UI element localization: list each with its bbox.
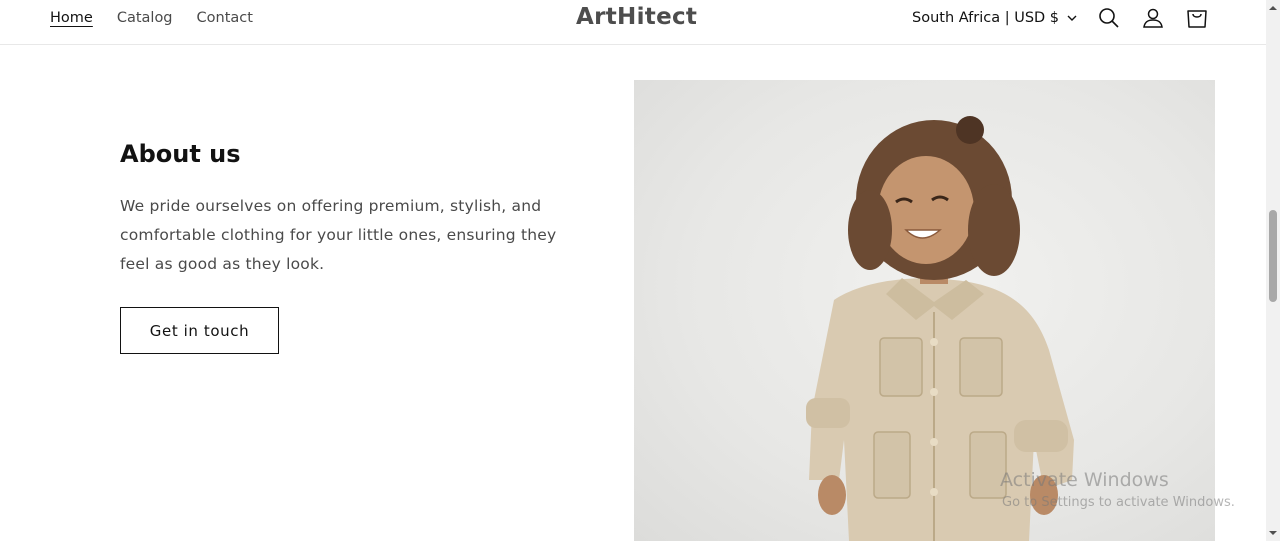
cart-icon[interactable] xyxy=(1185,6,1209,30)
scroll-up-arrow-icon[interactable] xyxy=(1269,4,1277,12)
about-description: We pride ourselves on offering premium, … xyxy=(120,197,557,273)
search-icon[interactable] xyxy=(1097,6,1121,30)
site-header: Home Catalog Contact ArtHitect South Afr… xyxy=(0,0,1266,45)
nav-home[interactable]: Home xyxy=(50,8,93,28)
site-logo[interactable]: ArtHitect xyxy=(576,4,697,30)
activate-windows-subtitle: Go to Settings to activate Windows. xyxy=(1002,495,1235,510)
locale-label: South Africa | USD $ xyxy=(912,10,1060,26)
page-scrollbar[interactable] xyxy=(1266,0,1280,541)
activate-windows-title: Activate Windows xyxy=(1000,469,1169,491)
scroll-thumb[interactable] xyxy=(1269,210,1277,302)
chevron-down-icon xyxy=(1067,15,1077,21)
about-title: About us xyxy=(120,140,241,168)
country-currency-selector[interactable]: South Africa | USD $ xyxy=(912,8,1077,28)
account-icon[interactable] xyxy=(1141,6,1165,30)
nav-catalog[interactable]: Catalog xyxy=(117,8,173,28)
main-nav: Home Catalog Contact xyxy=(50,8,277,28)
nav-contact[interactable]: Contact xyxy=(197,8,253,28)
get-in-touch-button[interactable]: Get in touch xyxy=(120,307,279,354)
scroll-down-arrow-icon[interactable] xyxy=(1269,529,1277,537)
